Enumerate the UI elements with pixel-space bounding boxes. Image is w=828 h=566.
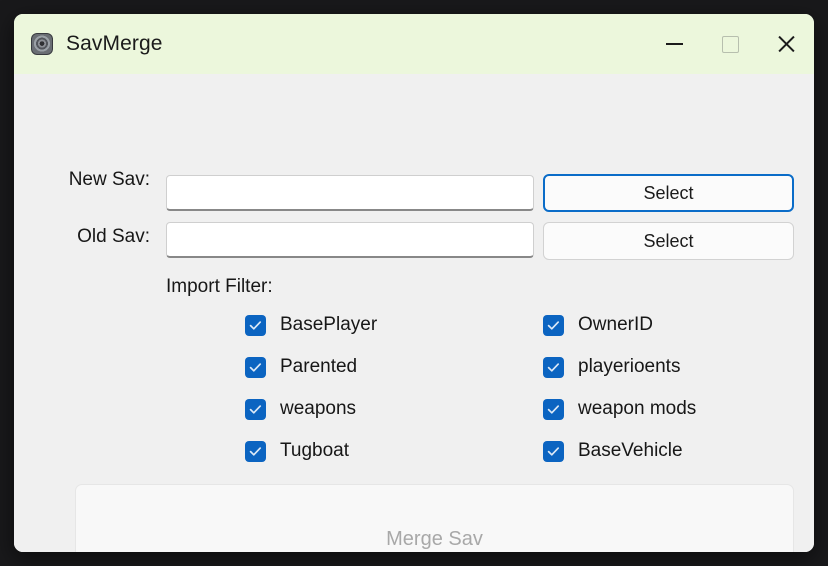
checkbox-checked-icon[interactable] [245,356,266,378]
checkbox-label: OwnerID [578,314,653,335]
close-button[interactable] [758,14,814,74]
import-filter-right-checkbox-row[interactable]: BaseVehicle [543,440,683,462]
import-filter-left-checkbox-row[interactable]: weapons [245,398,356,420]
checkbox-checked-icon[interactable] [245,314,266,336]
checkbox-checked-icon[interactable] [543,314,564,336]
checkbox-checked-icon[interactable] [245,440,266,462]
client-area: New Sav: Select Old Sav: Select Import F… [14,74,814,552]
new-sav-label: New Sav: [68,169,150,190]
import-filter-label: Import Filter: [166,276,273,297]
import-filter-right-checkbox-row[interactable]: playerioents [543,356,680,378]
checkbox-label: playerioents [578,356,681,377]
checkbox-label: Parented [280,356,358,377]
close-icon [776,34,796,54]
app-gear-icon [31,33,53,55]
import-filter-left-checkbox-row[interactable]: Parented [245,356,357,378]
checkbox-label: weapon mods [578,398,697,419]
maximize-button[interactable] [702,14,758,74]
savmerge-window: SavMerge New Sav: Select Old Sav: Select… [14,14,814,552]
checkbox-checked-icon[interactable] [543,398,564,420]
merge-sav-button[interactable]: Merge Sav [75,484,794,552]
window-title: SavMerge [66,32,163,55]
import-filter-right-checkbox-row[interactable]: weapon mods [543,398,696,420]
import-filter-right-checkbox-row[interactable]: OwnerID [543,314,653,336]
checkbox-checked-icon[interactable] [245,398,266,420]
checkbox-checked-icon[interactable] [543,440,564,462]
minimize-icon [665,43,683,45]
import-filter-left-checkbox-row[interactable]: Tugboat [245,440,349,462]
checkbox-label: Tugboat [280,440,350,461]
import-filter-left-checkbox-row[interactable]: BasePlayer [245,314,377,336]
checkbox-label: BaseVehicle [578,440,683,461]
window-caption-buttons [646,14,814,74]
old-sav-input[interactable] [166,222,534,258]
checkbox-checked-icon[interactable] [543,356,564,378]
minimize-button[interactable] [646,14,702,74]
old-sav-label: Old Sav: [77,226,150,247]
maximize-icon [721,35,739,53]
new-sav-input[interactable] [166,175,534,211]
desktop-backdrop: SavMerge New Sav: Select Old Sav: Select… [0,0,828,566]
checkbox-label: weapons [280,398,357,419]
new-sav-select-button[interactable]: Select [543,174,794,212]
checkbox-label: BasePlayer [280,314,378,335]
old-sav-select-button[interactable]: Select [543,222,794,260]
title-bar[interactable]: SavMerge [14,14,814,74]
